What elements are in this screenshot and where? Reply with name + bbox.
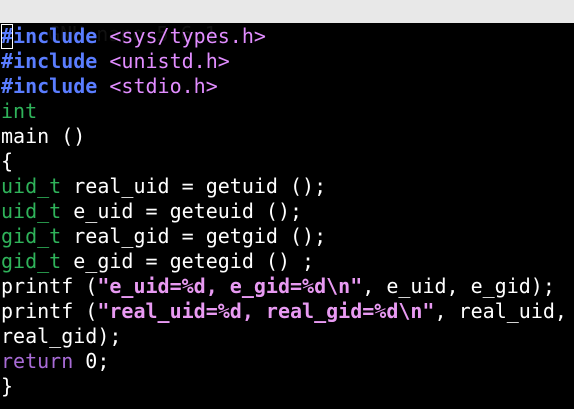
code-text: main () [1,124,86,148]
code-line[interactable]: #include <unistd.h> [1,49,574,74]
include-header: <stdio.h> [109,74,218,98]
code-text: { [1,149,14,173]
code-line[interactable]: #include <stdio.h> [1,74,574,99]
code-text: real_uid = getuid (); [61,174,327,198]
code-text: real_gid = getgid (); [61,224,327,248]
code-line[interactable]: } [1,374,574,399]
return-keyword: return [1,349,74,373]
code-line[interactable]: { [1,149,574,174]
code-line[interactable]: gid_t e_gid = getegid () ; [1,249,574,274]
code-text: printf ( [1,299,98,323]
nano-title-bar: GNU nano 5.6.1 [0,0,574,46]
type-keyword: uid_t [1,174,62,198]
code-text: e_uid = geteuid (); [61,199,303,223]
include-header: <unistd.h> [109,49,230,73]
type-keyword: gid_t [1,249,62,273]
code-line[interactable]: real_gid); [1,324,574,349]
type-keyword: gid_t [1,224,62,248]
code-line[interactable]: printf ("real_uid=%d, real_gid=%d\n", re… [1,299,574,324]
include-header: <sys/types.h> [109,24,266,48]
preprocessor-directive: #include [1,74,98,98]
type-keyword: int [1,99,38,123]
code-line[interactable]: uid_t real_uid = getuid (); [1,174,574,199]
code-text: printf ( [1,274,98,298]
string-literal: "real_uid=%d, real_gid=%d\n" [97,299,435,323]
code-text: e_gid = getegid () ; [61,249,315,273]
code-line[interactable]: printf ("e_uid=%d, e_gid=%d\n", e_uid, e… [1,274,574,299]
type-keyword: uid_t [1,199,62,223]
code-line[interactable]: int [1,99,574,124]
string-literal: "e_uid=%d, e_gid=%d\n" [97,274,363,298]
code-text: , e_uid, e_gid); [362,274,555,298]
code-line[interactable]: return 0; [1,349,574,374]
code-line[interactable]: #include <sys/types.h> [1,24,574,49]
text-cursor: # [1,24,14,49]
code-text: } [1,374,14,398]
code-editor-area[interactable]: #include <sys/types.h> #include <unistd.… [1,24,574,409]
code-line[interactable]: gid_t real_gid = getgid (); [1,224,574,249]
preprocessor-directive: include [13,24,98,48]
code-text: 0; [73,349,110,373]
code-text: real_gid); [1,324,122,348]
code-text: , real_uid, [434,299,567,323]
code-line[interactable]: main () [1,124,574,149]
code-line[interactable]: uid_t e_uid = geteuid (); [1,199,574,224]
preprocessor-directive: #include [1,49,98,73]
